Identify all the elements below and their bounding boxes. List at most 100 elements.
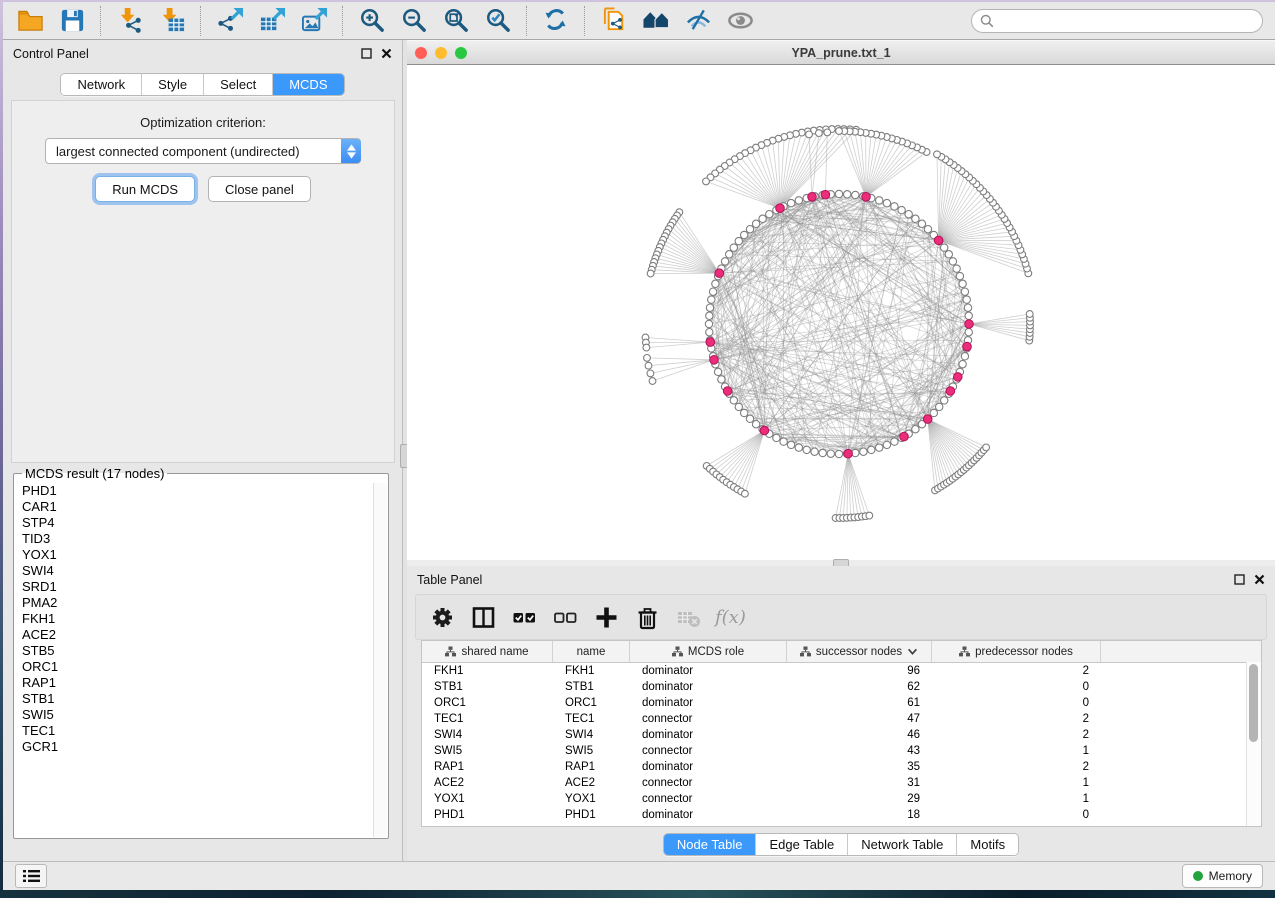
search-box[interactable] [971, 9, 1263, 33]
table-row[interactable]: TEC1TEC1connector472 [422, 711, 1261, 727]
mcds-result-item[interactable]: TEC1 [15, 723, 374, 739]
deselect-all-rows-button[interactable] [547, 600, 584, 634]
tab-motifs[interactable]: Motifs [957, 834, 1018, 855]
columns-icon [474, 608, 493, 626]
column-visibility-button[interactable] [465, 600, 502, 634]
toolbar-separator [526, 6, 528, 36]
task-history-button[interactable] [15, 864, 47, 888]
mcds-result-item[interactable]: ACE2 [15, 627, 374, 643]
column-header-name[interactable]: name [553, 641, 630, 662]
table-settings-button[interactable] [424, 600, 461, 634]
cell-name: FKH1 [553, 665, 630, 677]
mcds-result-item[interactable]: SWI5 [15, 707, 374, 723]
close-panel-icon[interactable] [1254, 573, 1265, 588]
delete-column-button[interactable] [629, 600, 666, 634]
mcds-result-list[interactable]: PHD1CAR1STP4TID3YOX1SWI4SRD1PMA2FKH1ACE2… [15, 483, 374, 837]
cell-role: connector [630, 745, 787, 757]
table-scrollbar-thumb[interactable] [1249, 664, 1258, 742]
houses-button[interactable] [635, 5, 677, 37]
cell-role: dominator [630, 681, 787, 693]
tab-node-table[interactable]: Node Table [664, 834, 757, 855]
mcds-result-item[interactable]: TID3 [15, 531, 374, 547]
run-mcds-button[interactable]: Run MCDS [95, 176, 195, 202]
column-header-role[interactable]: MCDS role [630, 641, 787, 662]
mcds-result-item[interactable]: STP4 [15, 515, 374, 531]
export-image-button[interactable] [293, 5, 335, 37]
show-details-button[interactable] [719, 5, 761, 37]
destroy-table-button [670, 600, 707, 634]
zoom-out-button[interactable] [393, 5, 435, 37]
table-row[interactable]: SWI5SWI5connector431 [422, 743, 1261, 759]
export-table-icon [260, 8, 284, 30]
tab-style[interactable]: Style [142, 74, 204, 95]
memory-button[interactable]: Memory [1182, 864, 1263, 888]
mcds-result-title: MCDS result (17 nodes) [22, 466, 167, 481]
table-row[interactable]: RAP1RAP1dominator352 [422, 759, 1261, 775]
network-window-titlebar[interactable]: YPA_prune.txt_1 [407, 40, 1275, 65]
search-input[interactable] [999, 13, 1254, 29]
refresh-button[interactable] [535, 5, 577, 37]
network-canvas[interactable] [407, 64, 1275, 560]
mcds-result-item[interactable]: SWI4 [15, 563, 374, 579]
import-table-button[interactable] [151, 5, 193, 37]
copy-network-button[interactable] [593, 5, 635, 37]
table-row[interactable]: STB1STB1dominator620 [422, 679, 1261, 695]
mcds-result-item[interactable]: STB1 [15, 691, 374, 707]
cell-role: connector [630, 777, 787, 789]
close-panel-icon[interactable] [381, 47, 392, 62]
network-graph[interactable] [407, 65, 1275, 562]
zoom-selected-button[interactable] [477, 5, 519, 37]
tab-edge-table[interactable]: Edge Table [756, 834, 848, 855]
attribute-icon [800, 646, 811, 657]
mcds-result-item[interactable]: PMA2 [15, 595, 374, 611]
mcds-result-item[interactable]: SRD1 [15, 579, 374, 595]
float-panel-icon[interactable] [1234, 573, 1245, 588]
tab-select[interactable]: Select [204, 74, 273, 95]
select-all-rows-button[interactable] [506, 600, 543, 634]
cell-successors: 61 [787, 697, 932, 709]
tab-network-table[interactable]: Network Table [848, 834, 957, 855]
zoom-in-button[interactable] [351, 5, 393, 37]
gear-icon [433, 608, 452, 627]
cell-predecessors: 0 [932, 697, 1101, 709]
cell-predecessors: 0 [932, 681, 1101, 693]
tab-network[interactable]: Network [61, 74, 142, 95]
add-column-button[interactable] [588, 600, 625, 634]
save-session-button[interactable] [51, 5, 93, 37]
table-row[interactable]: ACE2ACE2connector311 [422, 775, 1261, 791]
table-row[interactable]: YOX1YOX1connector291 [422, 791, 1261, 807]
column-header-predecessors[interactable]: predecessor nodes [932, 641, 1101, 662]
table-row[interactable]: ORC1ORC1dominator610 [422, 695, 1261, 711]
column-header-shared_name[interactable]: shared name [422, 641, 553, 662]
criterion-select[interactable]: largest connected component (undirected) [45, 138, 361, 164]
mcds-result-item[interactable]: RAP1 [15, 675, 374, 691]
export-table-button[interactable] [251, 5, 293, 37]
column-label: name [577, 646, 606, 658]
open-file-button[interactable] [9, 5, 51, 37]
float-panel-icon[interactable] [361, 47, 372, 62]
column-header-successors[interactable]: successor nodes [787, 641, 932, 662]
table-scrollbar[interactable] [1246, 662, 1261, 826]
cell-role: dominator [630, 665, 787, 677]
mcds-result-item[interactable]: YOX1 [15, 547, 374, 563]
table-row[interactable]: FKH1FKH1dominator962 [422, 663, 1261, 679]
mcds-list-scrollbar[interactable] [373, 483, 387, 837]
cell-predecessors: 0 [932, 809, 1101, 821]
mcds-result-item[interactable]: GCR1 [15, 739, 374, 755]
zoom-fit-button[interactable] [435, 5, 477, 37]
cell-successors: 47 [787, 713, 932, 725]
mcds-result-item[interactable]: ORC1 [15, 659, 374, 675]
mcds-result-item[interactable]: FKH1 [15, 611, 374, 627]
tab-mcds[interactable]: MCDS [273, 74, 343, 95]
mcds-result-item[interactable]: CAR1 [15, 499, 374, 515]
table-row[interactable]: PHD1PHD1dominator180 [422, 807, 1261, 823]
cell-successors: 62 [787, 681, 932, 693]
hide-details-button[interactable] [677, 5, 719, 37]
export-network-button[interactable] [209, 5, 251, 37]
table-row[interactable]: SWI4SWI4dominator462 [422, 727, 1261, 743]
mcds-result-item[interactable]: PHD1 [15, 483, 374, 499]
mcds-result-item[interactable]: STB5 [15, 643, 374, 659]
close-panel-button[interactable]: Close panel [208, 176, 311, 202]
import-network-button[interactable] [109, 5, 151, 37]
cell-name: ORC1 [553, 697, 630, 709]
